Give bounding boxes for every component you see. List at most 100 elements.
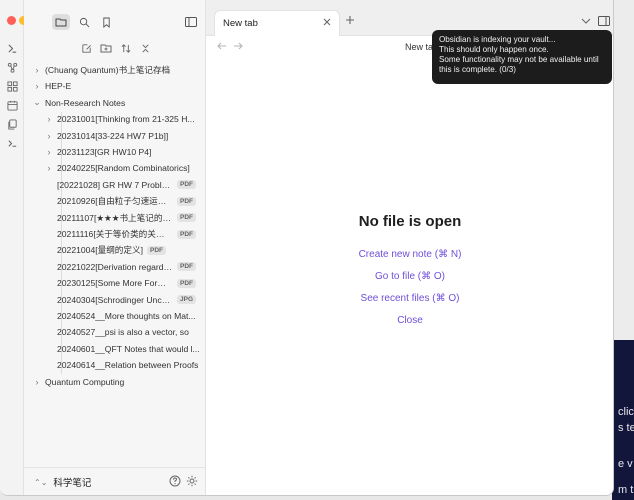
settings-gear-icon[interactable] bbox=[185, 474, 199, 488]
file-item[interactable]: 20221022[Derivation regardin... PDF bbox=[24, 259, 206, 275]
help-icon[interactable] bbox=[168, 474, 182, 488]
see-recent-files-action[interactable]: See recent files (⌘ O) bbox=[206, 293, 613, 304]
navigate-back-icon[interactable] bbox=[216, 40, 228, 52]
notice-line: this is complete. (0/3) bbox=[439, 65, 516, 74]
tree-item-label: 20221022[Derivation regardin... bbox=[57, 261, 173, 272]
folder-item[interactable]: › (Chuang Quantum)书上笔记存档 bbox=[24, 62, 206, 78]
canvas-icon[interactable] bbox=[4, 78, 20, 94]
vault-switcher-bar: ⌃⌄ 科学笔记 bbox=[24, 467, 205, 495]
copy-icon[interactable] bbox=[4, 116, 20, 132]
create-new-note-action[interactable]: Create new note (⌘ N) bbox=[206, 249, 613, 260]
new-note-icon[interactable] bbox=[78, 40, 94, 56]
close-window-button[interactable] bbox=[7, 16, 16, 25]
file-type-badge: PDF bbox=[177, 196, 196, 206]
close-action[interactable]: Close bbox=[206, 315, 613, 326]
file-item[interactable]: [20221028] GR HW 7 Proble... PDF bbox=[24, 177, 206, 193]
tree-item-label: Non-Research Notes bbox=[45, 97, 126, 108]
chevron-up-down-icon: ⌃⌄ bbox=[34, 477, 48, 487]
bookmark-icon[interactable] bbox=[97, 14, 115, 30]
tree-item-label: [20221028] GR HW 7 Proble... bbox=[57, 179, 173, 190]
vault-switcher[interactable]: ⌃⌄ 科学笔记 bbox=[34, 475, 92, 490]
tree-item-label: 20240304[Schrodinger Unce... bbox=[57, 294, 173, 305]
file-item[interactable]: 20210926[自由粒子匀速运动... PDF bbox=[24, 193, 206, 209]
background-text: click bbox=[618, 406, 634, 418]
chevron-right-icon[interactable]: › bbox=[44, 114, 54, 124]
new-folder-icon[interactable] bbox=[98, 40, 114, 56]
tree-item-label: 20221004[量纲的定义] bbox=[57, 245, 143, 256]
new-tab-plus-icon[interactable] bbox=[344, 14, 356, 26]
left-ribbon bbox=[0, 0, 40, 495]
folder-item[interactable]: › 20231001[Thinking from 21-325 H... bbox=[24, 111, 206, 127]
tab-new-tab[interactable]: New tab bbox=[214, 10, 340, 36]
graph-view-icon[interactable] bbox=[4, 59, 20, 75]
go-to-file-action[interactable]: Go to file (⌘ O) bbox=[206, 271, 613, 282]
sort-icon[interactable] bbox=[118, 40, 134, 56]
tree-item-label: 20211116[关于等价类的关系以... bbox=[57, 229, 173, 239]
chevron-right-icon[interactable]: › bbox=[32, 65, 42, 75]
chevron-right-icon[interactable]: › bbox=[44, 147, 54, 157]
tree-item-label: 20240524__More thoughts on Mat... bbox=[57, 311, 196, 321]
tree-item-label: 20240614__Relation between Proofs bbox=[57, 360, 199, 371]
folder-icon[interactable] bbox=[52, 14, 70, 30]
background-text: e v bbox=[618, 458, 633, 470]
notice-line: This should only happen once. bbox=[439, 45, 549, 54]
tree-item-label: 20240527__psi is also a vector, so bbox=[57, 327, 189, 338]
file-type-badge: PDF bbox=[177, 180, 196, 190]
file-explorer-actions bbox=[24, 38, 205, 58]
file-item[interactable]: 20240601__QFT Notes that would l... bbox=[24, 341, 206, 357]
tab-label: New tab bbox=[223, 18, 258, 29]
navigate-forward-icon[interactable] bbox=[232, 40, 244, 52]
chevron-right-icon[interactable]: › bbox=[32, 377, 42, 387]
tree-item-label: 20230125[Some More Formal... bbox=[57, 278, 173, 289]
folder-item[interactable]: › Quantum Computing bbox=[24, 374, 206, 390]
toggle-sidebar-icon[interactable] bbox=[182, 14, 200, 30]
chevron-right-icon[interactable]: › bbox=[44, 163, 54, 173]
file-item[interactable]: 20240614__Relation between Proofs bbox=[24, 357, 206, 373]
indexing-notice[interactable]: Obsidian is indexing your vault... This … bbox=[432, 30, 612, 84]
close-tab-icon[interactable] bbox=[321, 16, 333, 28]
file-item[interactable]: 20221004[量纲的定义] PDF bbox=[24, 242, 206, 258]
tree-item-label: 20211107[★★★书上笔记的一... bbox=[57, 212, 173, 223]
chevron-down-icon[interactable]: ⌄ bbox=[32, 97, 42, 108]
file-type-badge: PDF bbox=[177, 229, 196, 239]
command-prompt-icon[interactable] bbox=[4, 135, 20, 151]
file-type-badge: PDF bbox=[177, 278, 196, 288]
terminal-icon[interactable] bbox=[4, 40, 20, 56]
search-icon[interactable] bbox=[75, 14, 93, 30]
folder-item[interactable]: › 20231014[33-224 HW7 P1b]] bbox=[24, 128, 206, 144]
file-item[interactable]: 20211116[关于等价类的关系以... PDF bbox=[24, 226, 206, 242]
file-item[interactable]: 20230125[Some More Formal... PDF bbox=[24, 275, 206, 291]
tab-list-chevron-icon[interactable] bbox=[580, 15, 592, 27]
calendar-icon[interactable] bbox=[4, 97, 20, 113]
sidebar-tab-header bbox=[24, 0, 205, 40]
folder-item[interactable]: › 20231123[GR HW10 P4] bbox=[24, 144, 206, 160]
tree-item-label: 20210926[自由粒子匀速运动... bbox=[57, 196, 173, 207]
file-type-badge: PDF bbox=[146, 245, 166, 255]
file-item[interactable]: 20240304[Schrodinger Unce... JPG bbox=[24, 292, 206, 308]
file-item[interactable]: 20211107[★★★书上笔记的一... PDF bbox=[24, 210, 206, 226]
notice-line: Obsidian is indexing your vault... bbox=[439, 35, 556, 44]
toggle-right-sidebar-icon[interactable] bbox=[598, 15, 610, 27]
folder-item[interactable]: › HEP-E bbox=[24, 78, 206, 94]
tree-item-label: 20240601__QFT Notes that would l... bbox=[57, 343, 200, 354]
file-type-badge: PDF bbox=[177, 262, 196, 272]
chevron-right-icon[interactable]: › bbox=[44, 131, 54, 141]
folder-item[interactable]: ⌄ Non-Research Notes bbox=[24, 95, 206, 111]
file-item[interactable]: 20240527__psi is also a vector, so bbox=[24, 324, 206, 340]
vault-name: 科学笔记 bbox=[53, 478, 92, 489]
background-text: m t bbox=[618, 484, 634, 496]
file-item[interactable]: 20240524__More thoughts on Mat... bbox=[24, 308, 206, 324]
tree-item-label: 20231001[Thinking from 21-325 H... bbox=[57, 114, 195, 125]
view-header-title: New ta bbox=[405, 42, 434, 52]
tree-item-label: HEP-E bbox=[45, 81, 72, 92]
tree-item-label: Quantum Computing bbox=[45, 376, 125, 387]
tree-item-label: 20231014[33-224 HW7 P1b]] bbox=[57, 130, 169, 141]
folder-item[interactable]: › 20240225[Random Combinatorics] bbox=[24, 160, 206, 176]
file-type-badge: PDF bbox=[177, 213, 196, 223]
background-window: click s te e v m t bbox=[612, 340, 634, 500]
collapse-all-icon[interactable] bbox=[137, 40, 153, 56]
notice-line: Some functionality may not be available … bbox=[439, 55, 599, 64]
chevron-right-icon[interactable]: › bbox=[32, 81, 42, 91]
tree-item-label: 20240225[Random Combinatorics] bbox=[57, 163, 190, 174]
background-text: s te bbox=[618, 422, 634, 434]
